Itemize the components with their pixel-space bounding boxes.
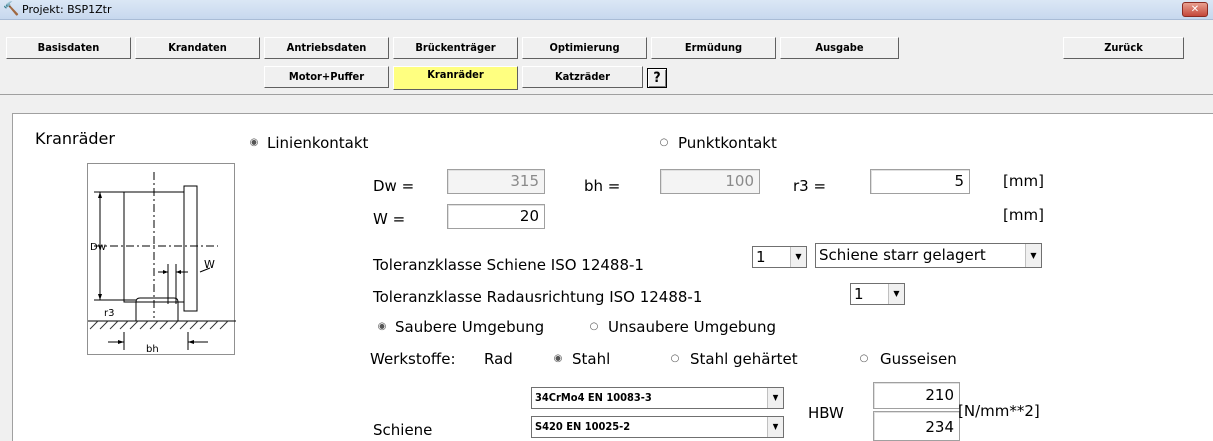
tab-katzraeder[interactable]: Katzräder <box>522 66 643 88</box>
radio-stahl-gehaertet[interactable]: ○ <box>666 350 684 368</box>
tab-krandaten[interactable]: Krandaten <box>135 37 260 59</box>
radio-unsaubere-umgebung[interactable]: ○ <box>585 318 603 336</box>
sketch-label-dw: Dw <box>90 242 106 253</box>
tolerance-wheel-value: 1 <box>854 285 864 303</box>
chevron-down-icon: ▼ <box>1025 244 1041 267</box>
bh-label: bh = <box>584 177 621 195</box>
sketch-label-bh: bh <box>146 344 159 355</box>
tab-divider <box>0 94 1213 95</box>
help-button[interactable]: ? <box>647 68 667 88</box>
w-label: W = <box>373 210 406 228</box>
radio-stahl[interactable]: ◉ <box>549 350 567 368</box>
section-title: Kranräder <box>35 129 115 148</box>
dw-label: Dw = <box>373 177 415 195</box>
tab-ausgabe[interactable]: Ausgabe <box>780 37 899 59</box>
chevron-down-icon: ▼ <box>767 388 783 408</box>
gusseisen-label: Gusseisen <box>880 350 957 368</box>
chevron-down-icon: ▼ <box>767 417 783 437</box>
main-window: 🔨 Projekt: BSP1Ztr ✕ Basisdaten Krandate… <box>0 0 1213 441</box>
tab-ermuedung[interactable]: Ermüdung <box>651 37 776 59</box>
tab-optimierung[interactable]: Optimierung <box>522 37 647 59</box>
back-button[interactable]: Zurück <box>1063 37 1184 59</box>
tab-kranraeder[interactable]: Kranräder <box>393 66 518 90</box>
hbw-wheel-field[interactable]: 210 <box>873 382 960 409</box>
tab-antriebsdaten[interactable]: Antriebsdaten <box>264 37 389 59</box>
radio-gusseisen[interactable]: ○ <box>855 350 873 368</box>
linienkontakt-label: Linienkontakt <box>267 134 369 152</box>
r3-label: r3 = <box>793 177 827 195</box>
tab-brueckentraeger[interactable]: Brückenträger <box>393 37 518 59</box>
radio-saubere-umgebung[interactable]: ◉ <box>373 318 391 336</box>
rail-material-select[interactable]: S420 EN 10025-2 ▼ <box>531 416 784 438</box>
radio-punktkontakt[interactable]: ○ <box>655 134 673 152</box>
unsaubere-umgebung-label: Unsaubere Umgebung <box>608 318 776 336</box>
werkstoffe-label: Werkstoffe: <box>370 350 456 368</box>
wheel-material-select[interactable]: 34CrMo4 EN 10083-3 ▼ <box>531 387 784 409</box>
schiene-label: Schiene <box>373 421 433 439</box>
hbw-label: HBW <box>808 404 844 422</box>
chevron-down-icon: ▼ <box>888 284 904 304</box>
wheel-sketch-drawing: Dw W r3 bh <box>88 172 236 355</box>
tolerance-wheel-select[interactable]: 1 ▼ <box>850 283 905 305</box>
wheel-sketch: Dw W r3 bh <box>87 163 236 355</box>
unit-mm-1: [mm] <box>1003 172 1044 190</box>
tolerance-rail-value: 1 <box>756 248 766 266</box>
window-title: Projekt: BSP1Ztr <box>22 3 112 16</box>
tolerance-rail-label: Toleranzklasse Schiene ISO 12488-1 <box>373 256 644 274</box>
rad-label: Rad <box>484 350 513 368</box>
sketch-label-w: W <box>204 258 215 271</box>
stahl-label: Stahl <box>572 350 611 368</box>
unit-mm-2: [mm] <box>1003 206 1044 224</box>
tolerance-wheel-label: Toleranzklasse Radausrichtung ISO 12488-… <box>373 288 703 306</box>
radio-linienkontakt[interactable]: ◉ <box>245 134 263 152</box>
close-button[interactable]: ✕ <box>1182 2 1208 17</box>
hbw-unit: [N/mm**2] <box>958 402 1040 420</box>
rail-mount-value: Schiene starr gelagert <box>819 246 986 264</box>
r3-field[interactable]: 5 <box>870 169 970 194</box>
wheel-material-value: 34CrMo4 EN 10083-3 <box>535 391 652 404</box>
saubere-umgebung-label: Saubere Umgebung <box>395 318 545 336</box>
chevron-down-icon: ▼ <box>790 247 806 267</box>
punktkontakt-label: Punktkontakt <box>678 134 777 152</box>
rail-material-value: S420 EN 10025-2 <box>535 420 631 433</box>
stahl-gehaertet-label: Stahl gehärtet <box>690 350 798 368</box>
app-icon: 🔨 <box>3 2 20 17</box>
bh-field[interactable]: 100 <box>660 169 760 194</box>
title-bar: 🔨 Projekt: BSP1Ztr ✕ <box>0 0 1213 20</box>
tab-motor-puffer[interactable]: Motor+Puffer <box>264 66 389 88</box>
dw-field[interactable]: 315 <box>447 169 545 194</box>
sketch-label-r3: r3 <box>104 308 114 319</box>
tab-basisdaten[interactable]: Basisdaten <box>6 37 131 59</box>
tolerance-rail-select[interactable]: 1 ▼ <box>752 246 807 268</box>
rail-mount-select[interactable]: Schiene starr gelagert ▼ <box>815 243 1042 268</box>
hbw-rail-field[interactable]: 234 <box>873 411 960 441</box>
w-field[interactable]: 20 <box>447 204 545 229</box>
